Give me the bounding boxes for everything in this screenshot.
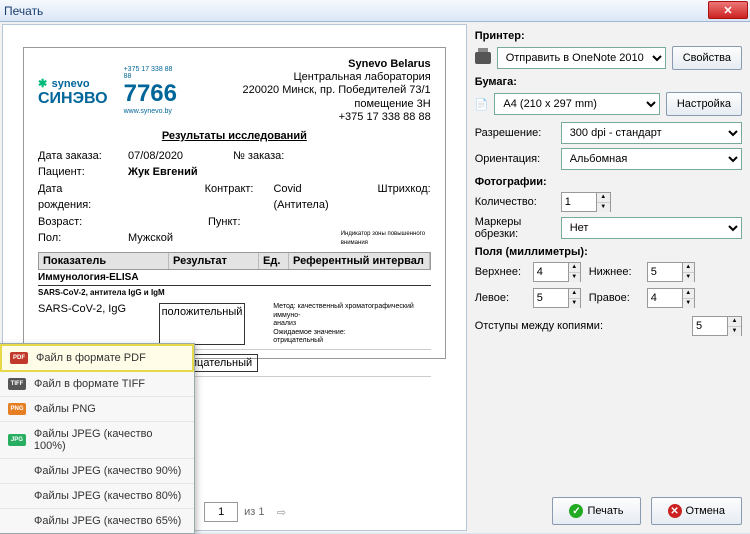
print-button[interactable]: ✓Печать: [552, 497, 640, 525]
orientation-select[interactable]: Альбомная: [561, 148, 742, 170]
printer-label: Принтер:: [475, 30, 742, 42]
printer-select[interactable]: Отправить в OneNote 2010: [497, 47, 666, 69]
paper-select[interactable]: A4 (210 x 297 mm): [494, 93, 659, 115]
printer-icon: [475, 52, 491, 64]
gap-spinner[interactable]: ▲▼: [692, 316, 742, 336]
setup-button[interactable]: Настройка: [666, 92, 742, 116]
margin-left-spinner[interactable]: ▲▼: [533, 288, 581, 308]
photos-label: Фотографии:: [475, 176, 742, 188]
page-of: из 1: [244, 506, 264, 518]
margin-right-label: Правое:: [589, 292, 639, 304]
brand: synevo: [52, 78, 90, 90]
jpeg-icon: JPG: [8, 434, 26, 446]
subsection: SARS-CoV-2, антитела IgG и IgM: [38, 286, 431, 299]
next-page-button[interactable]: ⇨: [271, 501, 293, 523]
window-title: Печать: [4, 4, 43, 18]
org: Synevo Belarus: [193, 58, 431, 71]
phone-small: +375 17 338 88 88: [124, 66, 177, 80]
paper-label: Бумага:: [475, 76, 742, 88]
orientation-label: Ориентация:: [475, 153, 555, 165]
doc-title: Результаты исследований: [38, 130, 431, 142]
titlebar: Печать ✕: [0, 0, 750, 22]
export-tiff[interactable]: TIFFФайл в формате TIFF: [0, 372, 194, 397]
export-png[interactable]: PNGФайлы PNG: [0, 397, 194, 422]
count-spinner[interactable]: ▲▼: [561, 192, 742, 212]
margin-left-label: Левое:: [475, 292, 525, 304]
cancel-icon: ✕: [668, 504, 682, 518]
gap-label: Отступы между копиями:: [475, 320, 603, 332]
tel: +375 17 338 88 88: [193, 111, 431, 124]
logo-icon: ✱: [38, 78, 47, 90]
export-jpeg-100[interactable]: JPGФайлы JPEG (качество 100%): [0, 422, 194, 459]
margin-bottom-spinner[interactable]: ▲▼: [647, 262, 695, 282]
export-jpeg-80[interactable]: Файлы JPEG (качество 80%): [0, 484, 194, 509]
margin-right-spinner[interactable]: ▲▼: [647, 288, 695, 308]
close-button[interactable]: ✕: [708, 1, 748, 19]
lab: Центральная лаборатория: [193, 71, 431, 84]
phone-big: 7766: [124, 80, 177, 108]
margin-bottom-label: Нижнее:: [589, 266, 639, 278]
export-jpeg-65[interactable]: Файлы JPEG (качество 65%): [0, 509, 194, 533]
resolution-select[interactable]: 300 dpi - стандарт: [561, 122, 742, 144]
check-icon: ✓: [569, 504, 583, 518]
export-menu: PDFФайл в формате PDF TIFFФайл в формате…: [0, 343, 195, 534]
document-preview: ✱ synevo СИНЭВО +375 17 338 88 88 7766 w…: [23, 47, 446, 359]
png-icon: PNG: [8, 403, 26, 415]
export-jpeg-90[interactable]: Файлы JPEG (качество 90%): [0, 459, 194, 484]
brand-ru: СИНЭВО: [38, 91, 108, 107]
crop-select[interactable]: Нет: [561, 217, 742, 239]
resolution-label: Разрешение:: [475, 127, 555, 139]
margin-top-label: Верхнее:: [475, 266, 525, 278]
preview-pane: ✱ synevo СИНЭВО +375 17 338 88 88 7766 w…: [2, 24, 467, 531]
count-label: Количество:: [475, 196, 555, 208]
settings-panel: Принтер: Отправить в OneNote 2010 Свойст…: [467, 22, 750, 533]
margins-label: Поля (миллиметры):: [475, 246, 742, 258]
crop-label: Маркеры обрезки:: [475, 216, 555, 240]
pdf-icon: PDF: [10, 352, 28, 364]
addr: 220020 Минск, пр. Победителей 73/1 помещ…: [193, 84, 431, 110]
export-pdf[interactable]: PDFФайл в формате PDF: [0, 344, 194, 372]
section: Иммунология-ELISA: [38, 270, 431, 286]
table-header: Показатель Результат Ед. Референтный инт…: [38, 252, 431, 270]
site: www.synevo.by: [124, 108, 177, 115]
cancel-button[interactable]: ✕Отмена: [651, 497, 742, 525]
margin-top-spinner[interactable]: ▲▼: [533, 262, 581, 282]
paper-icon: 📄: [475, 98, 489, 111]
page-input[interactable]: [204, 502, 238, 522]
properties-button[interactable]: Свойства: [672, 46, 742, 70]
tiff-icon: TIFF: [8, 378, 26, 390]
